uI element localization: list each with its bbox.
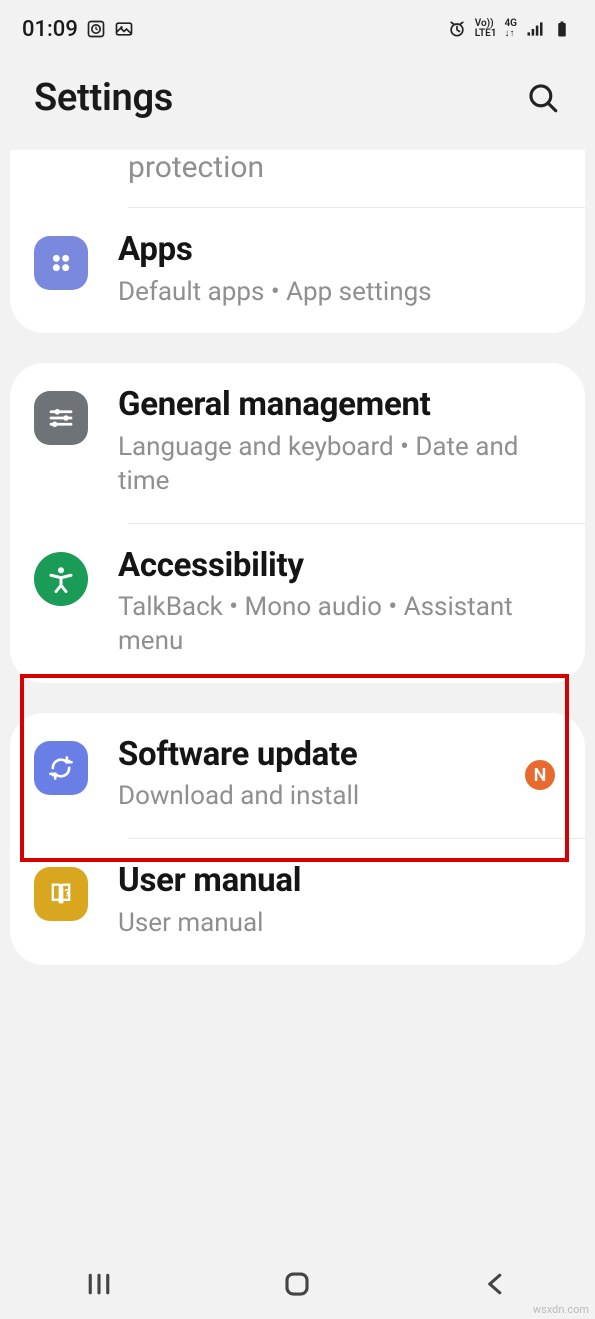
alarm-icon	[447, 19, 467, 39]
book-icon: ?	[34, 867, 88, 921]
back-icon	[481, 1269, 511, 1299]
settings-item-apps[interactable]: Apps Default apps • App settings	[10, 208, 585, 333]
home-button[interactable]	[267, 1264, 327, 1304]
status-bar: 01:09 Vo))LTE1 4G↓↑	[0, 0, 595, 52]
search-button[interactable]	[525, 80, 561, 116]
general-title: General management	[118, 385, 561, 425]
home-icon	[282, 1269, 312, 1299]
signal-icon	[525, 19, 545, 39]
page-title: Settings	[34, 76, 173, 120]
status-right: Vo))LTE1 4G↓↑	[447, 19, 573, 39]
refresh-icon	[34, 741, 88, 795]
image-icon	[114, 19, 134, 39]
apps-subtitle: Default apps • App settings	[118, 276, 561, 310]
settings-item-general-management[interactable]: General management Language and keyboard…	[10, 363, 585, 522]
status-time: 01:09	[22, 17, 78, 42]
general-subtitle: Language and keyboard • Date and time	[118, 431, 561, 499]
accessibility-subtitle: TalkBack • Mono audio • Assistant menu	[118, 591, 561, 659]
volte-icon: Vo))LTE1	[475, 19, 497, 39]
battery-icon	[553, 19, 573, 39]
settings-card-1: protection Apps Default apps • App setti…	[10, 150, 585, 333]
search-icon	[526, 81, 560, 115]
update-badge: N	[525, 760, 555, 790]
apps-title: Apps	[118, 230, 561, 270]
apps-icon	[34, 236, 88, 290]
settings-item-accessibility[interactable]: Accessibility TalkBack • Mono audio • As…	[10, 524, 585, 683]
settings-header: Settings	[0, 52, 595, 150]
accessibility-title: Accessibility	[118, 546, 561, 586]
clock-app-icon	[86, 19, 106, 39]
sliders-icon	[34, 391, 88, 445]
settings-card-2: General management Language and keyboard…	[10, 363, 585, 682]
svg-text:?: ?	[65, 886, 70, 899]
settings-item-user-manual[interactable]: ? User manual User manual	[10, 839, 585, 964]
status-left: 01:09	[22, 17, 134, 42]
recents-icon	[84, 1269, 114, 1299]
accessibility-icon	[34, 552, 88, 606]
software-title: Software update	[118, 735, 561, 775]
back-button[interactable]	[466, 1264, 526, 1304]
watermark: wsxdn.com	[533, 1303, 589, 1316]
software-subtitle: Download and install	[118, 780, 561, 814]
network-icon: 4G↓↑	[504, 19, 517, 39]
android-nav-bar	[0, 1249, 595, 1319]
settings-card-3: Software update Download and install N ?…	[10, 713, 585, 965]
partial-row-protection[interactable]: protection	[10, 150, 585, 207]
recents-button[interactable]	[69, 1264, 129, 1304]
settings-item-software-update[interactable]: Software update Download and install N	[10, 713, 585, 838]
manual-subtitle: User manual	[118, 907, 561, 941]
manual-title: User manual	[118, 861, 561, 901]
